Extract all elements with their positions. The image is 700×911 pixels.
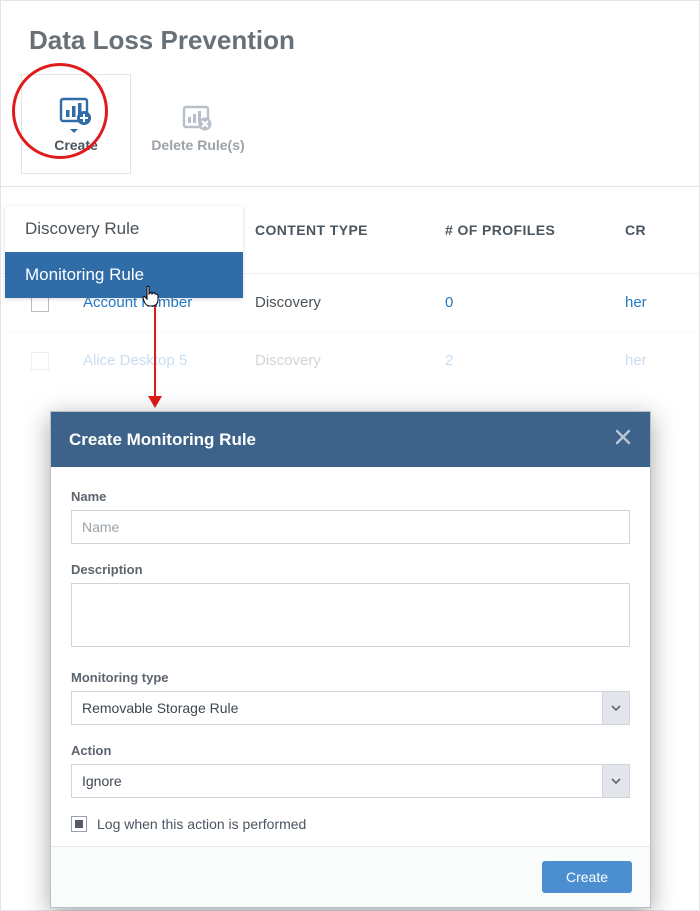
monitoring-type-value: Removable Storage Rule: [71, 691, 630, 725]
toolbar: Create Delete Rule(s): [1, 56, 699, 174]
modal-footer: Create: [51, 846, 650, 907]
create-button[interactable]: Create: [21, 74, 131, 174]
cell-profiles-link[interactable]: 2: [445, 352, 625, 369]
column-header-cr[interactable]: CR: [625, 222, 699, 238]
column-header-content-type[interactable]: CONTENT TYPE: [255, 222, 445, 238]
delete-rules-button-label: Delete Rule(s): [151, 137, 244, 153]
action-value: Ignore: [71, 764, 630, 798]
cell-cr-link[interactable]: her: [625, 294, 699, 311]
row-checkbox[interactable]: [31, 352, 49, 370]
description-field[interactable]: [71, 583, 630, 647]
menu-item-discovery-rule[interactable]: Discovery Rule: [5, 206, 243, 252]
modal-close-button[interactable]: [614, 428, 632, 451]
menu-item-monitoring-rule[interactable]: Monitoring Rule: [5, 252, 243, 298]
cell-content-type: Discovery: [255, 294, 445, 311]
create-report-icon: [59, 95, 93, 135]
action-label: Action: [71, 743, 630, 758]
cursor-hand-icon: [141, 285, 161, 312]
log-checkbox-label: Log when this action is performed: [97, 816, 306, 832]
modal-title: Create Monitoring Rule: [69, 430, 256, 450]
modal-header: Create Monitoring Rule: [51, 412, 650, 467]
rule-name-link[interactable]: Alice Desktop 5: [79, 352, 255, 369]
create-submit-button[interactable]: Create: [542, 861, 632, 893]
action-select[interactable]: Ignore: [71, 764, 630, 798]
name-label: Name: [71, 489, 630, 504]
create-dropdown-menu: Discovery Rule Monitoring Rule: [5, 206, 243, 298]
log-checkbox[interactable]: [71, 816, 87, 832]
monitoring-type-select[interactable]: Removable Storage Rule: [71, 691, 630, 725]
monitoring-type-label: Monitoring type: [71, 670, 630, 685]
delete-report-icon: [182, 95, 214, 135]
column-header-profiles[interactable]: # OF PROFILES: [445, 222, 625, 238]
name-field[interactable]: [71, 510, 630, 544]
cell-profiles-link[interactable]: 0: [445, 294, 625, 311]
delete-rules-button[interactable]: Delete Rule(s): [143, 74, 253, 174]
description-label: Description: [71, 562, 630, 577]
annotation-arrow-icon: [145, 306, 165, 415]
modal-body: Name Description Monitoring type Removab…: [51, 467, 650, 846]
table-row: Alice Desktop 5 Discovery 2 her: [1, 331, 699, 389]
cell-content-type: Discovery: [255, 352, 445, 369]
page-title: Data Loss Prevention: [1, 1, 699, 56]
create-button-label: Create: [54, 137, 98, 153]
create-monitoring-rule-modal: Create Monitoring Rule Name Description …: [50, 411, 651, 908]
cell-cr-link[interactable]: her: [625, 352, 699, 369]
close-icon: [614, 428, 632, 446]
